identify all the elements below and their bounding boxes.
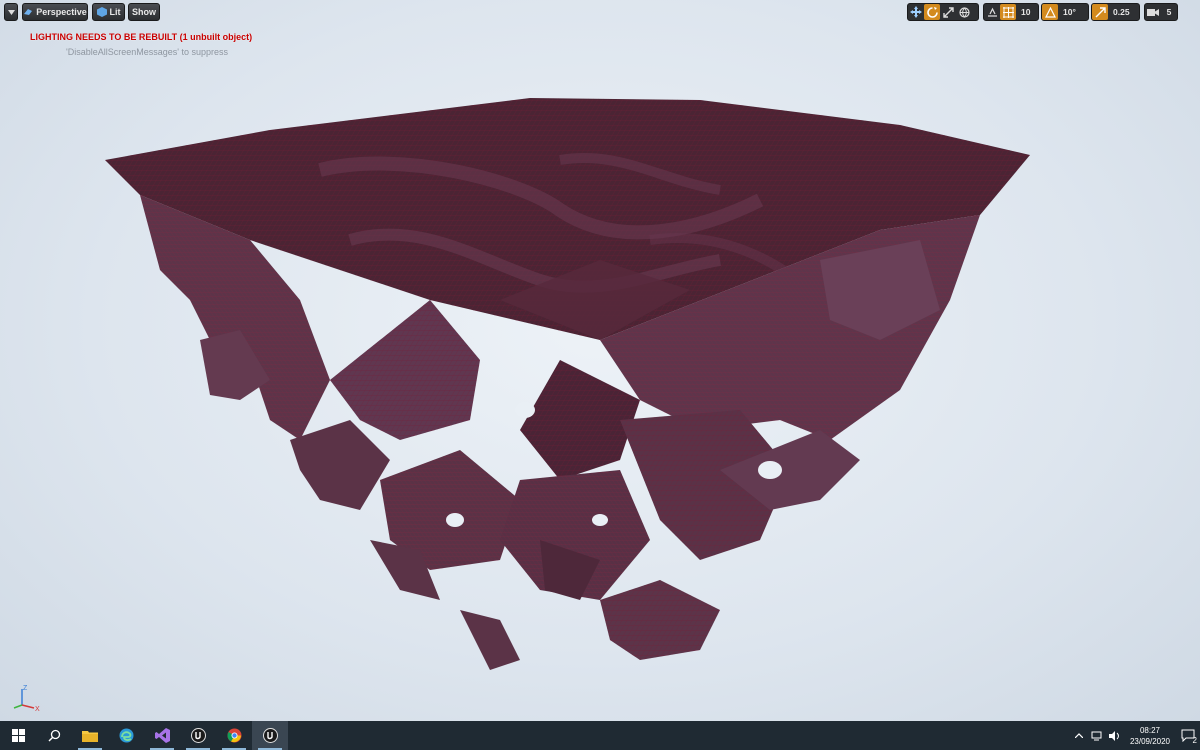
show-label: Show (132, 7, 156, 17)
lit-label: Lit (109, 7, 121, 17)
chrome-icon (227, 728, 241, 743)
windows-logo-icon (11, 729, 25, 742)
speaker-icon (1109, 730, 1120, 741)
file-explorer-taskbar-button[interactable] (72, 721, 108, 750)
rotate-icon (926, 6, 938, 18)
axis-gizmo: Z X (13, 685, 40, 713)
scale-icon (942, 6, 954, 18)
viewport-options-button[interactable] (4, 3, 18, 21)
surface-snap-icon (987, 7, 997, 17)
tray-overflow-button[interactable] (1070, 721, 1088, 750)
coordinate-system-button[interactable] (956, 4, 972, 20)
scale-arrow-icon (1095, 6, 1106, 17)
camera-speed-group: 5 (1144, 3, 1178, 21)
clock-time: 08:27 (1139, 725, 1160, 735)
visual-studio-taskbar-button[interactable] (144, 721, 180, 750)
volume-button[interactable] (1106, 721, 1124, 750)
rotation-snap-toggle[interactable] (1042, 4, 1058, 20)
perspective-button[interactable]: Perspective (22, 3, 88, 21)
surface-snap-button[interactable] (984, 4, 1000, 20)
folder-icon (82, 731, 98, 742)
suppress-hint: 'DisableAllScreenMessages' to suppress (66, 47, 229, 57)
unreal-engine-taskbar-button[interactable] (180, 721, 216, 750)
chevron-down-icon (7, 9, 15, 15)
perspective-label: Perspective (36, 7, 87, 17)
scale-snap-value[interactable]: 0.25 (1108, 4, 1135, 20)
edge-taskbar-button[interactable] (108, 721, 144, 750)
lit-view-mode-button[interactable]: Lit (92, 3, 125, 21)
scale-mode-button[interactable] (940, 4, 956, 20)
rotation-snap-group: 10° (1041, 3, 1089, 21)
system-tray: 08:27 23/09/2020 2 (1070, 721, 1200, 750)
clock-date: 23/09/2020 (1129, 736, 1170, 746)
grid-snap-group: 10 (983, 3, 1039, 21)
visual-studio-icon (154, 728, 170, 743)
chrome-taskbar-button[interactable] (216, 721, 252, 750)
unreal-logo-icon (190, 728, 206, 743)
camera-icon (1147, 8, 1159, 16)
edge-browser-icon (119, 728, 133, 743)
rotate-mode-button[interactable] (924, 4, 940, 20)
unreal-editor-icon (262, 728, 278, 743)
perspective-icon (24, 9, 33, 15)
grid-snap-toggle[interactable] (1000, 4, 1016, 20)
grid-snap-value[interactable]: 10 (1016, 4, 1035, 20)
notification-count: 2 (1192, 736, 1197, 745)
level-viewport[interactable]: Perspective Lit Show LIGHTING NEEDS TO B… (0, 0, 1200, 721)
network-icon (1091, 731, 1102, 740)
axis-x-label: X (35, 706, 40, 713)
grid-icon (1002, 6, 1014, 18)
lit-cube-icon (96, 7, 107, 17)
search-button[interactable] (36, 721, 72, 750)
scale-snap-toggle[interactable] (1092, 4, 1108, 20)
unreal-editor-taskbar-button[interactable] (252, 721, 288, 750)
action-center-button[interactable]: 2 (1176, 721, 1200, 750)
move-arrows-icon (910, 6, 922, 18)
chevron-up-icon (1074, 733, 1083, 738)
camera-speed-button[interactable] (1145, 4, 1161, 20)
voxel-terrain-mesh[interactable] (0, 0, 1200, 721)
clock[interactable]: 08:27 23/09/2020 (1130, 725, 1170, 747)
windows-taskbar: 08:27 23/09/2020 2 (0, 721, 1200, 750)
start-button[interactable] (0, 721, 36, 750)
globe-icon (958, 6, 970, 18)
search-icon (48, 729, 60, 742)
camera-speed-value[interactable]: 5 (1161, 4, 1177, 20)
network-button[interactable] (1088, 721, 1106, 750)
rotation-snap-value[interactable]: 10° (1058, 4, 1081, 20)
angle-icon (1044, 6, 1056, 18)
scale-snap-group: 0.25 (1091, 3, 1140, 21)
transform-mode-group (907, 3, 979, 21)
show-button[interactable]: Show (128, 3, 160, 21)
lighting-warning: LIGHTING NEEDS TO BE REBUILT (1 unbuilt … (30, 32, 253, 42)
translate-mode-button[interactable] (908, 4, 924, 20)
axis-z-label: Z (23, 685, 28, 692)
